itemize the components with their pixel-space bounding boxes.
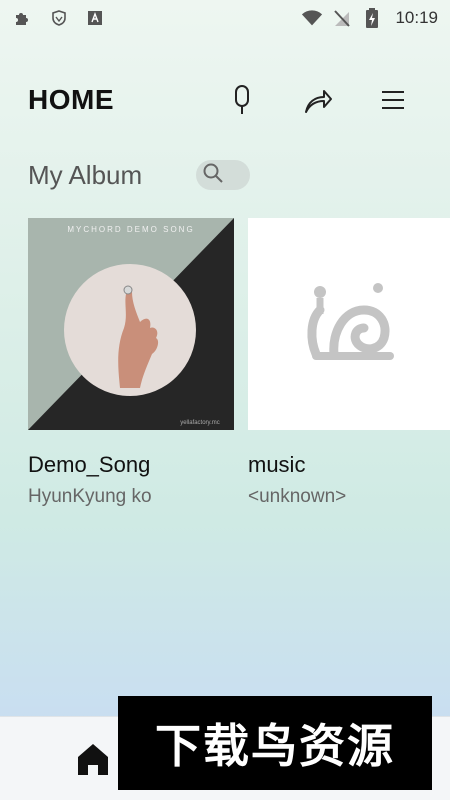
watermark-logo: 下载鸟资源 xyxy=(118,696,432,790)
search-icon xyxy=(202,162,224,189)
album-name: Demo_Song xyxy=(28,452,151,477)
status-time: 10:19 xyxy=(395,8,438,27)
album-artist: HyunKyung ko xyxy=(28,486,152,507)
app-header: HOME xyxy=(0,70,450,132)
battery-charging-icon xyxy=(361,7,383,29)
album-card-music[interactable]: music <unknown> xyxy=(248,218,450,507)
shield-icon xyxy=(48,7,70,29)
menu-button[interactable] xyxy=(375,84,411,120)
album-cover: MYCHORD DEMO SONG yellafactory.mc xyxy=(28,218,234,430)
home-icon xyxy=(76,744,110,781)
status-right: 10:19 xyxy=(301,7,438,29)
cover-footer-text: yellafactory.mc xyxy=(180,420,220,426)
share-button[interactable] xyxy=(300,84,336,120)
watermark-text: 下载鸟资源 xyxy=(155,719,395,773)
album-artist: <unknown> xyxy=(248,486,347,507)
snail-placeholder-icon xyxy=(306,280,394,371)
status-bar: 10:19 xyxy=(0,0,450,36)
share-icon xyxy=(303,86,333,119)
album-name: music xyxy=(248,452,306,477)
status-left xyxy=(12,7,106,29)
album-cover xyxy=(248,218,450,430)
section-title: My Album xyxy=(28,159,143,190)
wifi-icon xyxy=(301,7,323,29)
menu-icon xyxy=(381,90,405,115)
no-signal-icon xyxy=(331,7,353,29)
page-title: HOME xyxy=(28,84,114,115)
section-header: My Album xyxy=(28,158,142,192)
cover-title-text: MYCHORD DEMO SONG xyxy=(67,225,194,234)
album-card-demo-song[interactable]: MYCHORD DEMO SONG yellafactory.mc Demo_S… xyxy=(28,218,234,507)
nav-home-button[interactable] xyxy=(76,741,110,777)
search-toggle[interactable] xyxy=(196,160,250,190)
microphone-button[interactable] xyxy=(224,84,260,120)
keyboard-a-icon xyxy=(84,7,106,29)
puzzle-icon xyxy=(12,7,34,29)
microphone-icon xyxy=(231,84,253,121)
